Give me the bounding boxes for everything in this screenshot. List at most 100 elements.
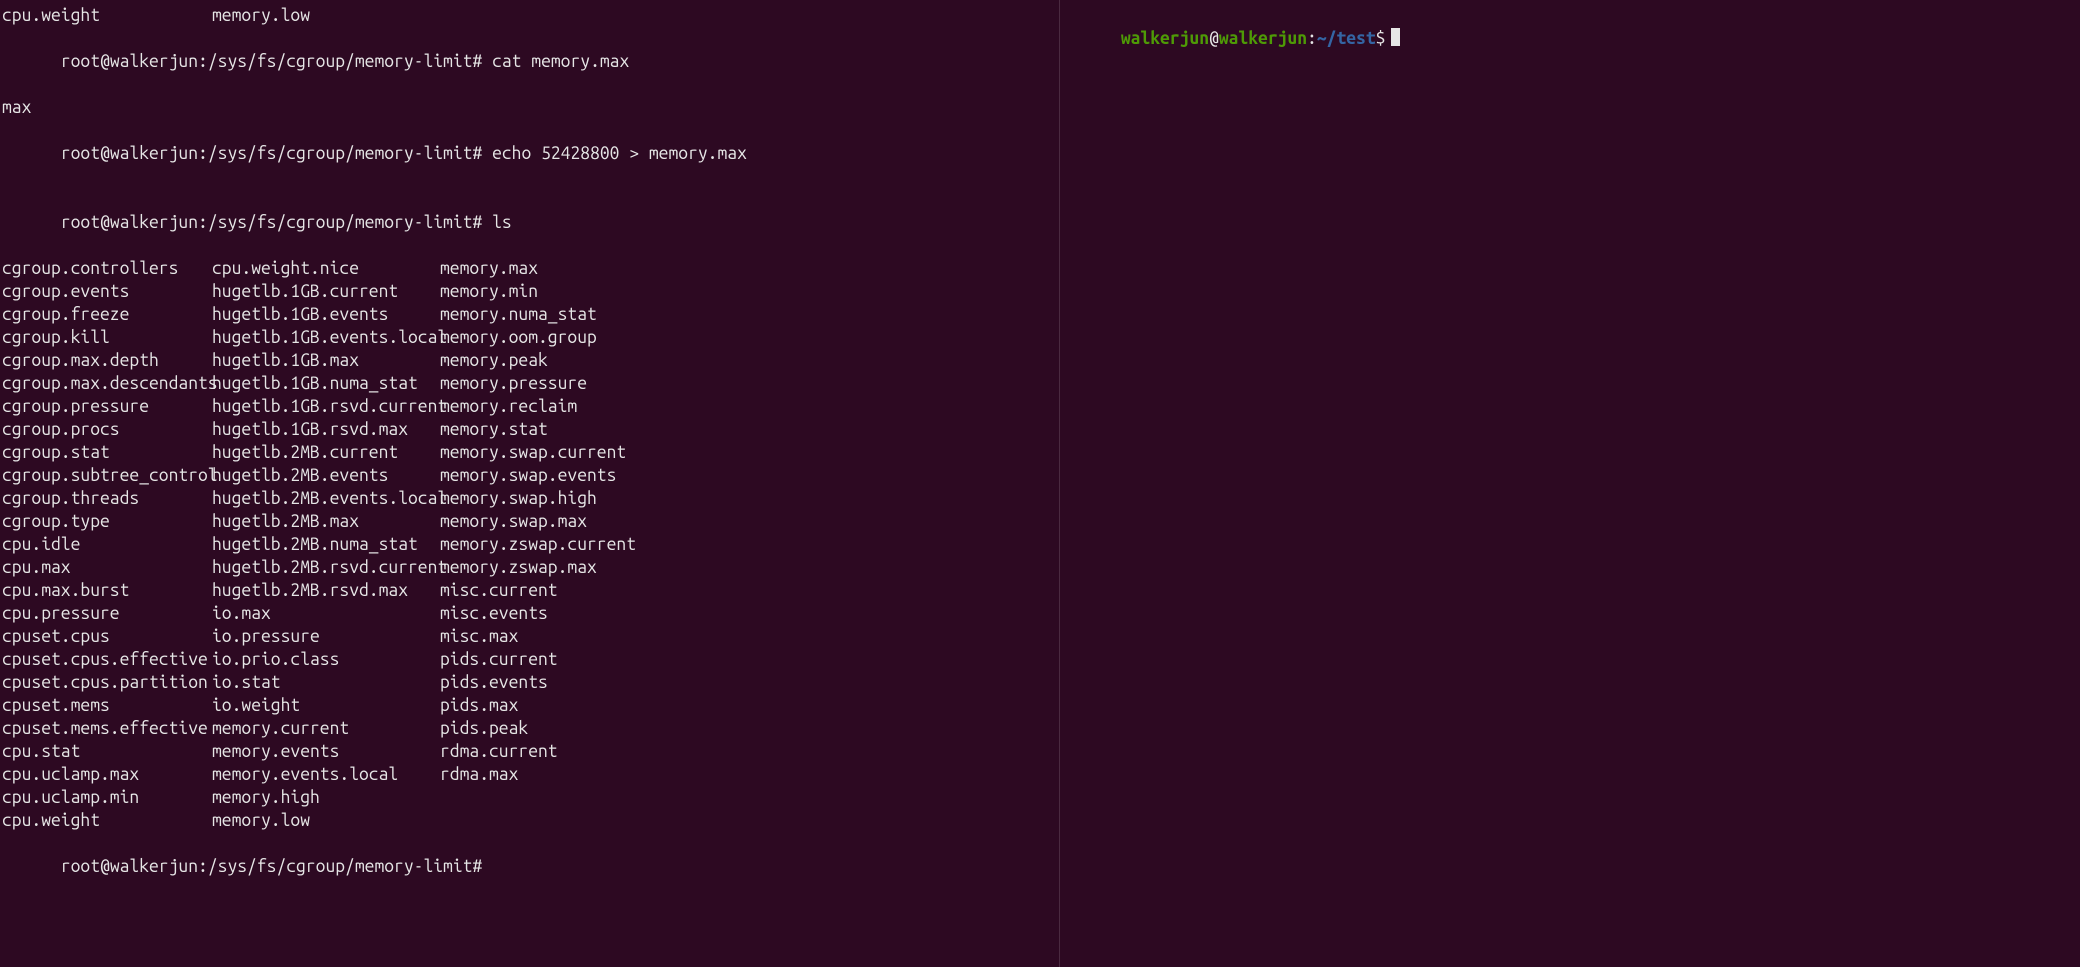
ls-cell: memory.current bbox=[212, 717, 440, 740]
prompt-path: /sys/fs/cgroup/memory-limit bbox=[208, 857, 473, 876]
ls-cell: pids.max bbox=[440, 694, 1057, 717]
ls-cell: memory.max bbox=[440, 257, 1057, 280]
prompt-hash: # bbox=[472, 144, 482, 163]
ls-cell: memory.stat bbox=[440, 418, 1057, 441]
ls-cell: hugetlb.1GB.current bbox=[212, 280, 440, 303]
ls-cell: cpu.max.burst bbox=[2, 579, 212, 602]
prompt-path: /sys/fs/cgroup/memory-limit bbox=[208, 213, 473, 232]
ls-cell: pids.events bbox=[440, 671, 1057, 694]
ls-cell: hugetlb.2MB.current bbox=[212, 441, 440, 464]
prompt-host: walkerjun bbox=[110, 213, 198, 232]
ls-cell bbox=[440, 4, 1057, 27]
ls-cell bbox=[440, 809, 1057, 832]
ls-cell: io.pressure bbox=[212, 625, 440, 648]
ls-cell: memory.peak bbox=[440, 349, 1057, 372]
ls-cell: hugetlb.2MB.max bbox=[212, 510, 440, 533]
prompt-path: /sys/fs/cgroup/memory-limit bbox=[208, 144, 473, 163]
ls-row: cgroup.stathugetlb.2MB.currentmemory.swa… bbox=[2, 441, 1057, 464]
prompt-user: root bbox=[61, 52, 100, 71]
ls-cell: misc.current bbox=[440, 579, 1057, 602]
ls-row: cpu.maxhugetlb.2MB.rsvd.currentmemory.zs… bbox=[2, 556, 1057, 579]
ls-row-top: cpu.weight memory.low bbox=[2, 4, 1057, 27]
ls-cell: cpuset.cpus.effective bbox=[2, 648, 212, 671]
prompt-line: root@walkerjun:/sys/fs/cgroup/memory-lim… bbox=[2, 832, 1057, 901]
ls-row: cpu.weightmemory.low bbox=[2, 809, 1057, 832]
ls-row: cpuset.mems.effectivememory.currentpids.… bbox=[2, 717, 1057, 740]
prompt-at: @ bbox=[100, 52, 110, 71]
ls-cell: io.prio.class bbox=[212, 648, 440, 671]
ls-cell: cpu.weight bbox=[2, 4, 212, 27]
prompt-line: root@walkerjun:/sys/fs/cgroup/memory-lim… bbox=[2, 188, 1057, 257]
ls-row: cpu.uclamp.maxmemory.events.localrdma.ma… bbox=[2, 763, 1057, 786]
ls-cell: misc.max bbox=[440, 625, 1057, 648]
ls-cell: memory.pressure bbox=[440, 372, 1057, 395]
prompt-user: walkerjun bbox=[1121, 29, 1209, 48]
ls-cell: memory.events bbox=[212, 740, 440, 763]
prompt-colon: : bbox=[198, 213, 208, 232]
ls-cell: memory.swap.events bbox=[440, 464, 1057, 487]
ls-cell: rdma.max bbox=[440, 763, 1057, 786]
ls-cell: memory.swap.max bbox=[440, 510, 1057, 533]
ls-cell: cpu.uclamp.min bbox=[2, 786, 212, 809]
ls-cell: rdma.current bbox=[440, 740, 1057, 763]
ls-cell: memory.zswap.current bbox=[440, 533, 1057, 556]
ls-cell: io.weight bbox=[212, 694, 440, 717]
ls-cell: pids.current bbox=[440, 648, 1057, 671]
prompt-host: walkerjun bbox=[1219, 29, 1307, 48]
ls-cell: cpu.idle bbox=[2, 533, 212, 556]
prompt-colon: : bbox=[198, 144, 208, 163]
ls-cell: hugetlb.1GB.max bbox=[212, 349, 440, 372]
prompt-user: root bbox=[61, 857, 100, 876]
ls-row: cpu.statmemory.eventsrdma.current bbox=[2, 740, 1057, 763]
command-text: echo 52428800 > memory.max bbox=[492, 144, 747, 163]
ls-cell: hugetlb.1GB.rsvd.max bbox=[212, 418, 440, 441]
ls-cell: hugetlb.1GB.rsvd.current bbox=[212, 395, 440, 418]
ls-row: cgroup.threadshugetlb.2MB.events.localme… bbox=[2, 487, 1057, 510]
ls-row: cpuset.cpus.partitionio.statpids.events bbox=[2, 671, 1057, 694]
ls-cell: cgroup.events bbox=[2, 280, 212, 303]
command-text: ls bbox=[492, 213, 512, 232]
ls-cell: cgroup.threads bbox=[2, 487, 212, 510]
ls-output: cgroup.controllerscpu.weight.nicememory.… bbox=[2, 257, 1057, 832]
ls-cell: hugetlb.2MB.events bbox=[212, 464, 440, 487]
ls-cell: memory.swap.high bbox=[440, 487, 1057, 510]
ls-row: cgroup.pressurehugetlb.1GB.rsvd.currentm… bbox=[2, 395, 1057, 418]
ls-row: cpuset.cpus.effectiveio.prio.classpids.c… bbox=[2, 648, 1057, 671]
prompt-colon: : bbox=[198, 52, 208, 71]
prompt-user: root bbox=[61, 144, 100, 163]
ls-row: cgroup.eventshugetlb.1GB.currentmemory.m… bbox=[2, 280, 1057, 303]
ls-cell: cpu.uclamp.max bbox=[2, 763, 212, 786]
prompt-at: @ bbox=[100, 213, 110, 232]
ls-cell: cgroup.max.descendants bbox=[2, 372, 212, 395]
prompt-line[interactable]: walkerjun@walkerjun:~/test$ bbox=[1062, 4, 2078, 73]
ls-row: cpu.max.bursthugetlb.2MB.rsvd.maxmisc.cu… bbox=[2, 579, 1057, 602]
ls-row: cgroup.procshugetlb.1GB.rsvd.maxmemory.s… bbox=[2, 418, 1057, 441]
ls-row: cgroup.subtree_controlhugetlb.2MB.events… bbox=[2, 464, 1057, 487]
ls-row: cgroup.max.depthhugetlb.1GB.maxmemory.pe… bbox=[2, 349, 1057, 372]
ls-row: cpu.idlehugetlb.2MB.numa_statmemory.zswa… bbox=[2, 533, 1057, 556]
ls-cell: hugetlb.2MB.rsvd.max bbox=[212, 579, 440, 602]
ls-cell: io.stat bbox=[212, 671, 440, 694]
ls-cell: cpuset.mems.effective bbox=[2, 717, 212, 740]
ls-cell: memory.reclaim bbox=[440, 395, 1057, 418]
ls-row: cgroup.killhugetlb.1GB.events.localmemor… bbox=[2, 326, 1057, 349]
ls-cell: cgroup.controllers bbox=[2, 257, 212, 280]
ls-cell: memory.zswap.max bbox=[440, 556, 1057, 579]
prompt-dollar: $ bbox=[1376, 29, 1386, 48]
ls-row: cgroup.typehugetlb.2MB.maxmemory.swap.ma… bbox=[2, 510, 1057, 533]
ls-row: cgroup.max.descendantshugetlb.1GB.numa_s… bbox=[2, 372, 1057, 395]
left-pane[interactable]: cpu.weight memory.low root@walkerjun:/sy… bbox=[0, 0, 1060, 967]
ls-cell: cpuset.cpus.partition bbox=[2, 671, 212, 694]
ls-cell: cpu.weight bbox=[2, 809, 212, 832]
ls-row: cpuset.memsio.weightpids.max bbox=[2, 694, 1057, 717]
ls-cell: memory.events.local bbox=[212, 763, 440, 786]
ls-cell: memory.oom.group bbox=[440, 326, 1057, 349]
ls-cell: io.max bbox=[212, 602, 440, 625]
ls-cell: cgroup.procs bbox=[2, 418, 212, 441]
cursor-icon bbox=[1391, 28, 1400, 46]
right-pane[interactable]: walkerjun@walkerjun:~/test$ bbox=[1060, 0, 2080, 967]
ls-cell: cgroup.kill bbox=[2, 326, 212, 349]
ls-row: cgroup.freezehugetlb.1GB.eventsmemory.nu… bbox=[2, 303, 1057, 326]
ls-cell: cgroup.type bbox=[2, 510, 212, 533]
prompt-colon: : bbox=[1307, 29, 1317, 48]
